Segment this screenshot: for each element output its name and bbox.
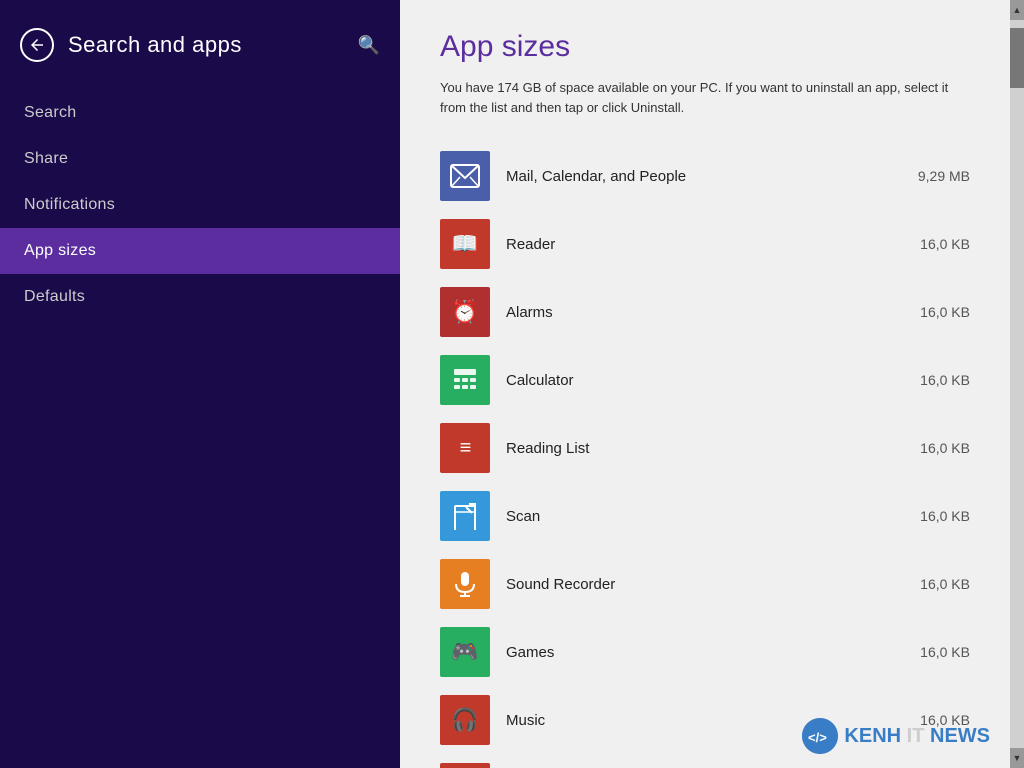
- app-row-calculator[interactable]: Calculator 16,0 KB: [440, 347, 970, 413]
- sidebar-item-notifications[interactable]: Notifications: [0, 182, 400, 228]
- sidebar: Search and apps 🔍 Search Share Notificat…: [0, 0, 400, 768]
- scrollbar[interactable]: ▲ ▼: [1010, 0, 1024, 768]
- scan-icon: [451, 502, 479, 530]
- svg-text:</>: </>: [808, 730, 827, 745]
- sidebar-item-defaults[interactable]: Defaults: [0, 274, 400, 320]
- app-icon-reading-list: ≡: [440, 423, 490, 473]
- app-size-sound-recorder: 16,0 KB: [890, 576, 970, 592]
- app-name-sound-recorder: Sound Recorder: [506, 576, 874, 593]
- app-icon-alarms: ⏰: [440, 287, 490, 337]
- sidebar-title: Search and apps: [68, 32, 242, 58]
- app-row-sound-recorder[interactable]: Sound Recorder 16,0 KB: [440, 551, 970, 617]
- nav-items: Search Share Notifications App sizes Def…: [0, 90, 400, 320]
- sound-recorder-icon: [452, 570, 478, 598]
- app-name-alarms: Alarms: [506, 304, 874, 321]
- sidebar-header: Search and apps 🔍: [0, 10, 400, 80]
- watermark-text: KENH IT NEWS: [844, 725, 990, 748]
- sidebar-item-search[interactable]: Search: [0, 90, 400, 136]
- app-list: Mail, Calendar, and People 9,29 MB 📖 Rea…: [440, 143, 970, 768]
- app-icon-calculator: [440, 355, 490, 405]
- app-size-reading-list: 16,0 KB: [890, 440, 970, 456]
- app-icon-video: ▶: [440, 763, 490, 768]
- scroll-thumb[interactable]: [1010, 28, 1024, 88]
- app-size-reader: 16,0 KB: [890, 236, 970, 252]
- page-title: App sizes: [440, 30, 970, 64]
- app-icon-games: 🎮: [440, 627, 490, 677]
- watermark: </> KENH IT NEWS: [802, 718, 990, 754]
- page-description: You have 174 GB of space available on yo…: [440, 78, 960, 117]
- search-icon[interactable]: 🔍: [358, 35, 380, 56]
- app-size-mail: 9,29 MB: [890, 168, 970, 184]
- sidebar-item-share[interactable]: Share: [0, 136, 400, 182]
- app-size-alarms: 16,0 KB: [890, 304, 970, 320]
- back-icon: [28, 36, 46, 54]
- watermark-logo: </>: [802, 718, 838, 754]
- main-content: App sizes You have 174 GB of space avail…: [400, 0, 1010, 768]
- app-row-reading-list[interactable]: ≡ Reading List 16,0 KB: [440, 415, 970, 481]
- app-name-reader: Reader: [506, 236, 874, 253]
- app-row-mail[interactable]: Mail, Calendar, and People 9,29 MB: [440, 143, 970, 209]
- app-size-scan: 16,0 KB: [890, 508, 970, 524]
- app-icon-reader: 📖: [440, 219, 490, 269]
- app-row-reader[interactable]: 📖 Reader 16,0 KB: [440, 211, 970, 277]
- sidebar-item-app-sizes[interactable]: App sizes: [0, 228, 400, 274]
- scroll-down-arrow[interactable]: ▼: [1010, 748, 1024, 768]
- app-name-scan: Scan: [506, 508, 874, 525]
- app-name-games: Games: [506, 644, 874, 661]
- app-name-reading-list: Reading List: [506, 440, 874, 457]
- calculator-icon: [451, 366, 479, 394]
- app-name-mail: Mail, Calendar, and People: [506, 168, 874, 185]
- app-icon-music: 🎧: [440, 695, 490, 745]
- app-row-video[interactable]: ▶ Video 16,0 KB: [440, 755, 970, 768]
- app-icon-mail: [440, 151, 490, 201]
- app-icon-scan: [440, 491, 490, 541]
- app-icon-sound-recorder: [440, 559, 490, 609]
- app-size-games: 16,0 KB: [890, 644, 970, 660]
- app-row-alarms[interactable]: ⏰ Alarms 16,0 KB: [440, 279, 970, 345]
- app-size-calculator: 16,0 KB: [890, 372, 970, 388]
- scroll-up-arrow[interactable]: ▲: [1010, 0, 1024, 20]
- app-row-scan[interactable]: Scan 16,0 KB: [440, 483, 970, 549]
- app-name-calculator: Calculator: [506, 372, 874, 389]
- mail-icon: [450, 164, 480, 188]
- back-button[interactable]: [20, 28, 54, 62]
- app-row-games[interactable]: 🎮 Games 16,0 KB: [440, 619, 970, 685]
